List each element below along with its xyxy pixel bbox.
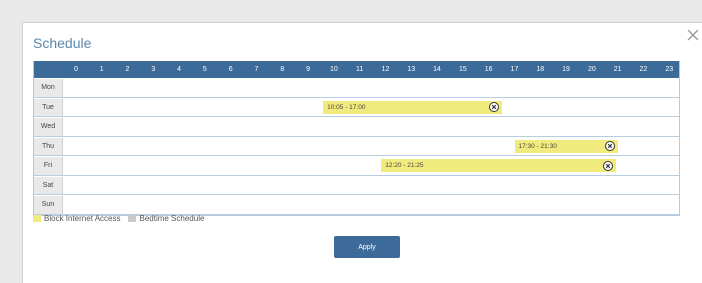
day-label: Mon: [34, 79, 63, 97]
day-track[interactable]: [63, 177, 679, 195]
schedule-block[interactable]: 17:30 - 21:30: [514, 139, 618, 153]
legend: Block Internet Access Bedtime Schedule: [33, 214, 204, 223]
day-row[interactable]: Tue 10:05 - 17:00: [34, 97, 679, 117]
hour-header: 0 1 2 3 4 5 6 7 8 9 10 11 12 13 14 15 16 17 18 19 20 21 22 23: [34, 61, 679, 78]
apply-button[interactable]: Apply: [334, 236, 400, 258]
block-internet-swatch: [33, 215, 41, 222]
hour-label: 13: [407, 66, 416, 73]
day-track[interactable]: 10:05 - 17:00: [63, 99, 679, 117]
close-icon[interactable]: [685, 27, 701, 43]
hour-label: 21: [613, 66, 622, 73]
hour-label: 2: [125, 66, 130, 73]
day-track[interactable]: 17:30 - 21:30: [63, 138, 679, 156]
hour-label: 4: [177, 66, 182, 73]
hour-label: 19: [562, 66, 570, 73]
day-label: Tue: [34, 98, 63, 116]
day-label: Wed: [34, 118, 63, 136]
schedule-block-time: 12:20 - 21:25: [385, 162, 424, 169]
bedtime-label: Bedtime Schedule: [139, 214, 205, 223]
hour-label: 20: [587, 66, 596, 73]
day-row[interactable]: Fri 12:20 - 21:25: [34, 156, 679, 176]
hour-label: 5: [202, 66, 207, 73]
day-row[interactable]: Sat: [34, 175, 679, 195]
hour-label: 9: [306, 66, 311, 73]
hour-label: 12: [381, 66, 390, 73]
day-track[interactable]: [63, 79, 679, 97]
remove-block-icon[interactable]: [602, 160, 613, 171]
hour-label: 23: [665, 66, 674, 73]
hour-label: 22: [639, 66, 648, 73]
hour-label: 15: [458, 66, 467, 73]
hour-header-spacer: [34, 61, 63, 78]
dialog-title: Schedule: [33, 35, 92, 51]
hour-label: 7: [254, 66, 259, 73]
day-label: Fri: [34, 157, 63, 175]
remove-block-icon[interactable]: [604, 141, 615, 151]
schedule-block[interactable]: 10:05 - 17:00: [323, 100, 502, 114]
day-label: Sat: [34, 176, 63, 194]
hour-label: 3: [151, 66, 156, 73]
hour-label: 8: [280, 66, 285, 73]
schedule-dialog: Schedule 0 1 2 3 4 5 6 7 8 9 10 11 12 13 14 15 16 17 18 19 2…: [22, 22, 702, 283]
day-label: Thu: [34, 137, 63, 155]
bedtime-swatch: [128, 215, 137, 222]
remove-block-icon[interactable]: [488, 102, 499, 112]
day-track[interactable]: [63, 196, 679, 214]
hour-label: 18: [536, 66, 545, 73]
hour-label: 10: [329, 66, 338, 73]
day-row[interactable]: Sun: [34, 195, 679, 215]
block-internet-label: Block Internet Access: [44, 214, 121, 223]
hour-label: 6: [228, 66, 233, 73]
hour-label: 1: [99, 66, 104, 73]
hour-label: 16: [484, 66, 493, 73]
schedule-grid: 0 1 2 3 4 5 6 7 8 9 10 11 12 13 14 15 16 17 18 19 20 21 22 23 M…: [33, 61, 680, 216]
day-track[interactable]: 12:20 - 21:25: [63, 157, 679, 175]
schedule-block-time: 17:30 - 21:30: [518, 142, 557, 150]
hour-label: 14: [433, 66, 441, 73]
hour-label: 11: [356, 66, 364, 73]
hour-label: 17: [510, 66, 519, 73]
day-row[interactable]: Thu 17:30 - 21:30: [34, 136, 679, 156]
day-label: Sun: [34, 196, 63, 214]
schedule-block-time: 10:05 - 17:00: [327, 103, 366, 111]
schedule-block[interactable]: 12:20 - 21:25: [381, 159, 616, 172]
day-track[interactable]: [63, 118, 679, 136]
day-row[interactable]: Wed: [34, 117, 679, 137]
hour-label: 0: [73, 66, 78, 73]
day-row[interactable]: Mon: [34, 78, 679, 98]
